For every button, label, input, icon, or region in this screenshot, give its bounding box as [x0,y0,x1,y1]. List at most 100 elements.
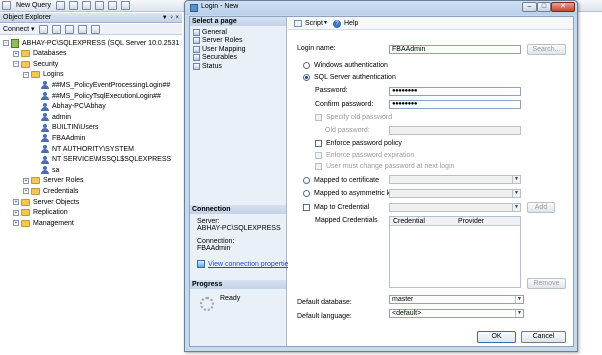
view-connection-properties-link[interactable]: View connection properties [208,261,292,268]
tree-node[interactable]: BUILTIN\Users [33,123,99,133]
mapped-cert-label[interactable]: Mapped to certificate [314,177,379,184]
map-credential-label[interactable]: Map to Credential [314,204,369,211]
tree-node[interactable]: FBAAdmin [33,133,85,143]
tree-node-label: BUILTIN\Users [52,124,99,132]
expand-icon[interactable]: + [13,209,19,216]
connect-button[interactable]: Connect ▾ [3,25,35,33]
grid-col-provider[interactable]: Provider [458,218,484,226]
enforce-policy-label[interactable]: Enforce password policy [326,140,402,147]
mapped-cert-radio[interactable] [303,177,310,184]
maximize-button[interactable]: □ [537,2,551,12]
folder-icon [31,187,40,195]
expand-icon[interactable]: + [13,50,19,57]
tree-node[interactable]: sa [33,165,59,175]
script-button[interactable]: Script [305,20,323,27]
progress-header: Progress [190,280,286,289]
expand-icon[interactable]: + [23,188,29,195]
tree-node[interactable]: NT AUTHORITY\SYSTEM [33,144,134,154]
ok-button[interactable]: OK [477,331,516,343]
page-item-user-mapping[interactable]: User Mapping [193,45,246,53]
tree-node[interactable]: − ABHAY-PC\SQLEXPRESS (SQL Server 10.0.25… [3,38,182,48]
tree-node[interactable]: + Management [13,218,74,228]
stop-icon[interactable] [64,24,74,34]
asymmetric-key-select[interactable]: ▼ [389,189,521,198]
sql-auth-label[interactable]: SQL Server authentication [314,74,396,81]
script-dropdown-icon[interactable]: ▼ [323,20,328,26]
tree-node[interactable]: NT SERVICE\MSSQL$SQLEXPRESS [33,155,171,165]
password-input[interactable]: ●●●●●●●● [389,87,521,96]
default-database-select[interactable]: master ▼ [389,295,524,304]
page-icon [193,45,200,53]
certificate-select[interactable]: ▼ [389,175,521,184]
collapse-icon[interactable]: − [3,40,9,46]
must-change-checkbox[interactable] [315,163,322,170]
tree-node[interactable]: + Replication [13,208,68,218]
page-item-label: User Mapping [202,45,246,53]
help-button[interactable]: Help [344,20,358,27]
save-icon[interactable] [69,1,79,10]
new-query-button[interactable]: New Query [13,2,54,9]
mapped-asym-radio[interactable] [303,190,310,197]
grid-col-credential[interactable]: Credential [393,218,425,226]
refresh-icon[interactable] [90,24,100,34]
search-button[interactable]: Search... [527,44,566,55]
map-credential-checkbox[interactable] [303,204,310,211]
expand-icon[interactable]: + [23,177,29,184]
activity-monitor-icon[interactable] [95,1,105,10]
remove-button[interactable]: Remove [527,278,566,289]
default-language-select[interactable]: <default> ▼ [389,309,524,318]
connection-properties-icon [197,260,205,268]
chevron-down-icon: ▼ [512,190,520,197]
collapse-icon[interactable]: − [23,71,29,78]
collapse-icon[interactable]: − [13,61,19,68]
folder-icon [31,177,40,185]
login-name-input[interactable]: FBAAdmin [389,45,521,54]
server-value: ABHAY-PC\SQLEXPRESS [197,225,281,232]
tree-node[interactable]: admin [33,112,71,122]
tree-node[interactable]: + Credentials [23,186,78,196]
properties-icon[interactable] [121,1,131,10]
tree-node[interactable]: Abhay-PC\Abhay [33,102,106,112]
tree-node[interactable]: + Server Objects [13,197,79,207]
tree-node[interactable]: ##MS_PolicyTsqlExecutionLogin## [33,91,161,101]
expand-icon[interactable]: + [13,220,19,227]
close-button[interactable]: ✕ [551,2,575,12]
expand-icon[interactable]: + [13,199,19,205]
disconnect-icon[interactable] [51,24,61,34]
filter-icon[interactable] [77,24,87,34]
windows-auth-label[interactable]: Windows authentication [314,62,388,69]
tree-node-label: Management [33,219,74,227]
specify-old-password-checkbox[interactable] [315,114,322,121]
page-item-server-roles[interactable]: Server Roles [193,37,242,45]
tree-node[interactable]: − Security [13,59,58,69]
old-password-input[interactable] [389,126,521,135]
windows-auth-radio[interactable] [303,62,310,69]
tree-node[interactable]: − Logins [23,70,64,80]
mapped-credentials-grid[interactable]: Credential Provider [389,216,521,288]
credential-select[interactable]: ▼ [389,203,521,212]
tree-node[interactable]: + Server Roles [23,176,83,186]
page-item-status[interactable]: Status [193,62,222,70]
cancel-button[interactable]: Cancel [521,331,566,343]
page-item-securables[interactable]: Securables [193,54,237,62]
connect-icon[interactable] [38,24,48,34]
panel-pin-close-icon[interactable]: ▼ ♀ × [162,15,179,21]
sql-auth-radio[interactable] [303,74,310,81]
confirm-password-input[interactable]: ●●●●●●●● [389,100,521,109]
page-item-general[interactable]: General [193,28,227,36]
open-file-icon[interactable] [56,1,66,10]
dialog-title-bar[interactable]: Login - New – □ ✕ [185,1,577,15]
toolbox-icon[interactable] [108,1,118,10]
progress-spinner-icon [200,297,214,311]
tree-node[interactable]: + Databases [13,49,66,59]
enforce-policy-checkbox[interactable] [315,140,322,147]
tree-node[interactable]: ##MS_PolicyEventProcessingLogin## [33,80,170,90]
enforce-expiration-checkbox[interactable] [315,152,322,159]
user-icon [41,155,49,164]
mapped-asym-label[interactable]: Mapped to asymmetric key [314,190,398,197]
new-query-icon[interactable] [2,1,11,10]
save-all-icon[interactable] [82,1,92,10]
default-language-label: Default language: [297,313,352,320]
minimize-button[interactable]: – [522,2,537,12]
add-button[interactable]: Add [527,202,555,213]
